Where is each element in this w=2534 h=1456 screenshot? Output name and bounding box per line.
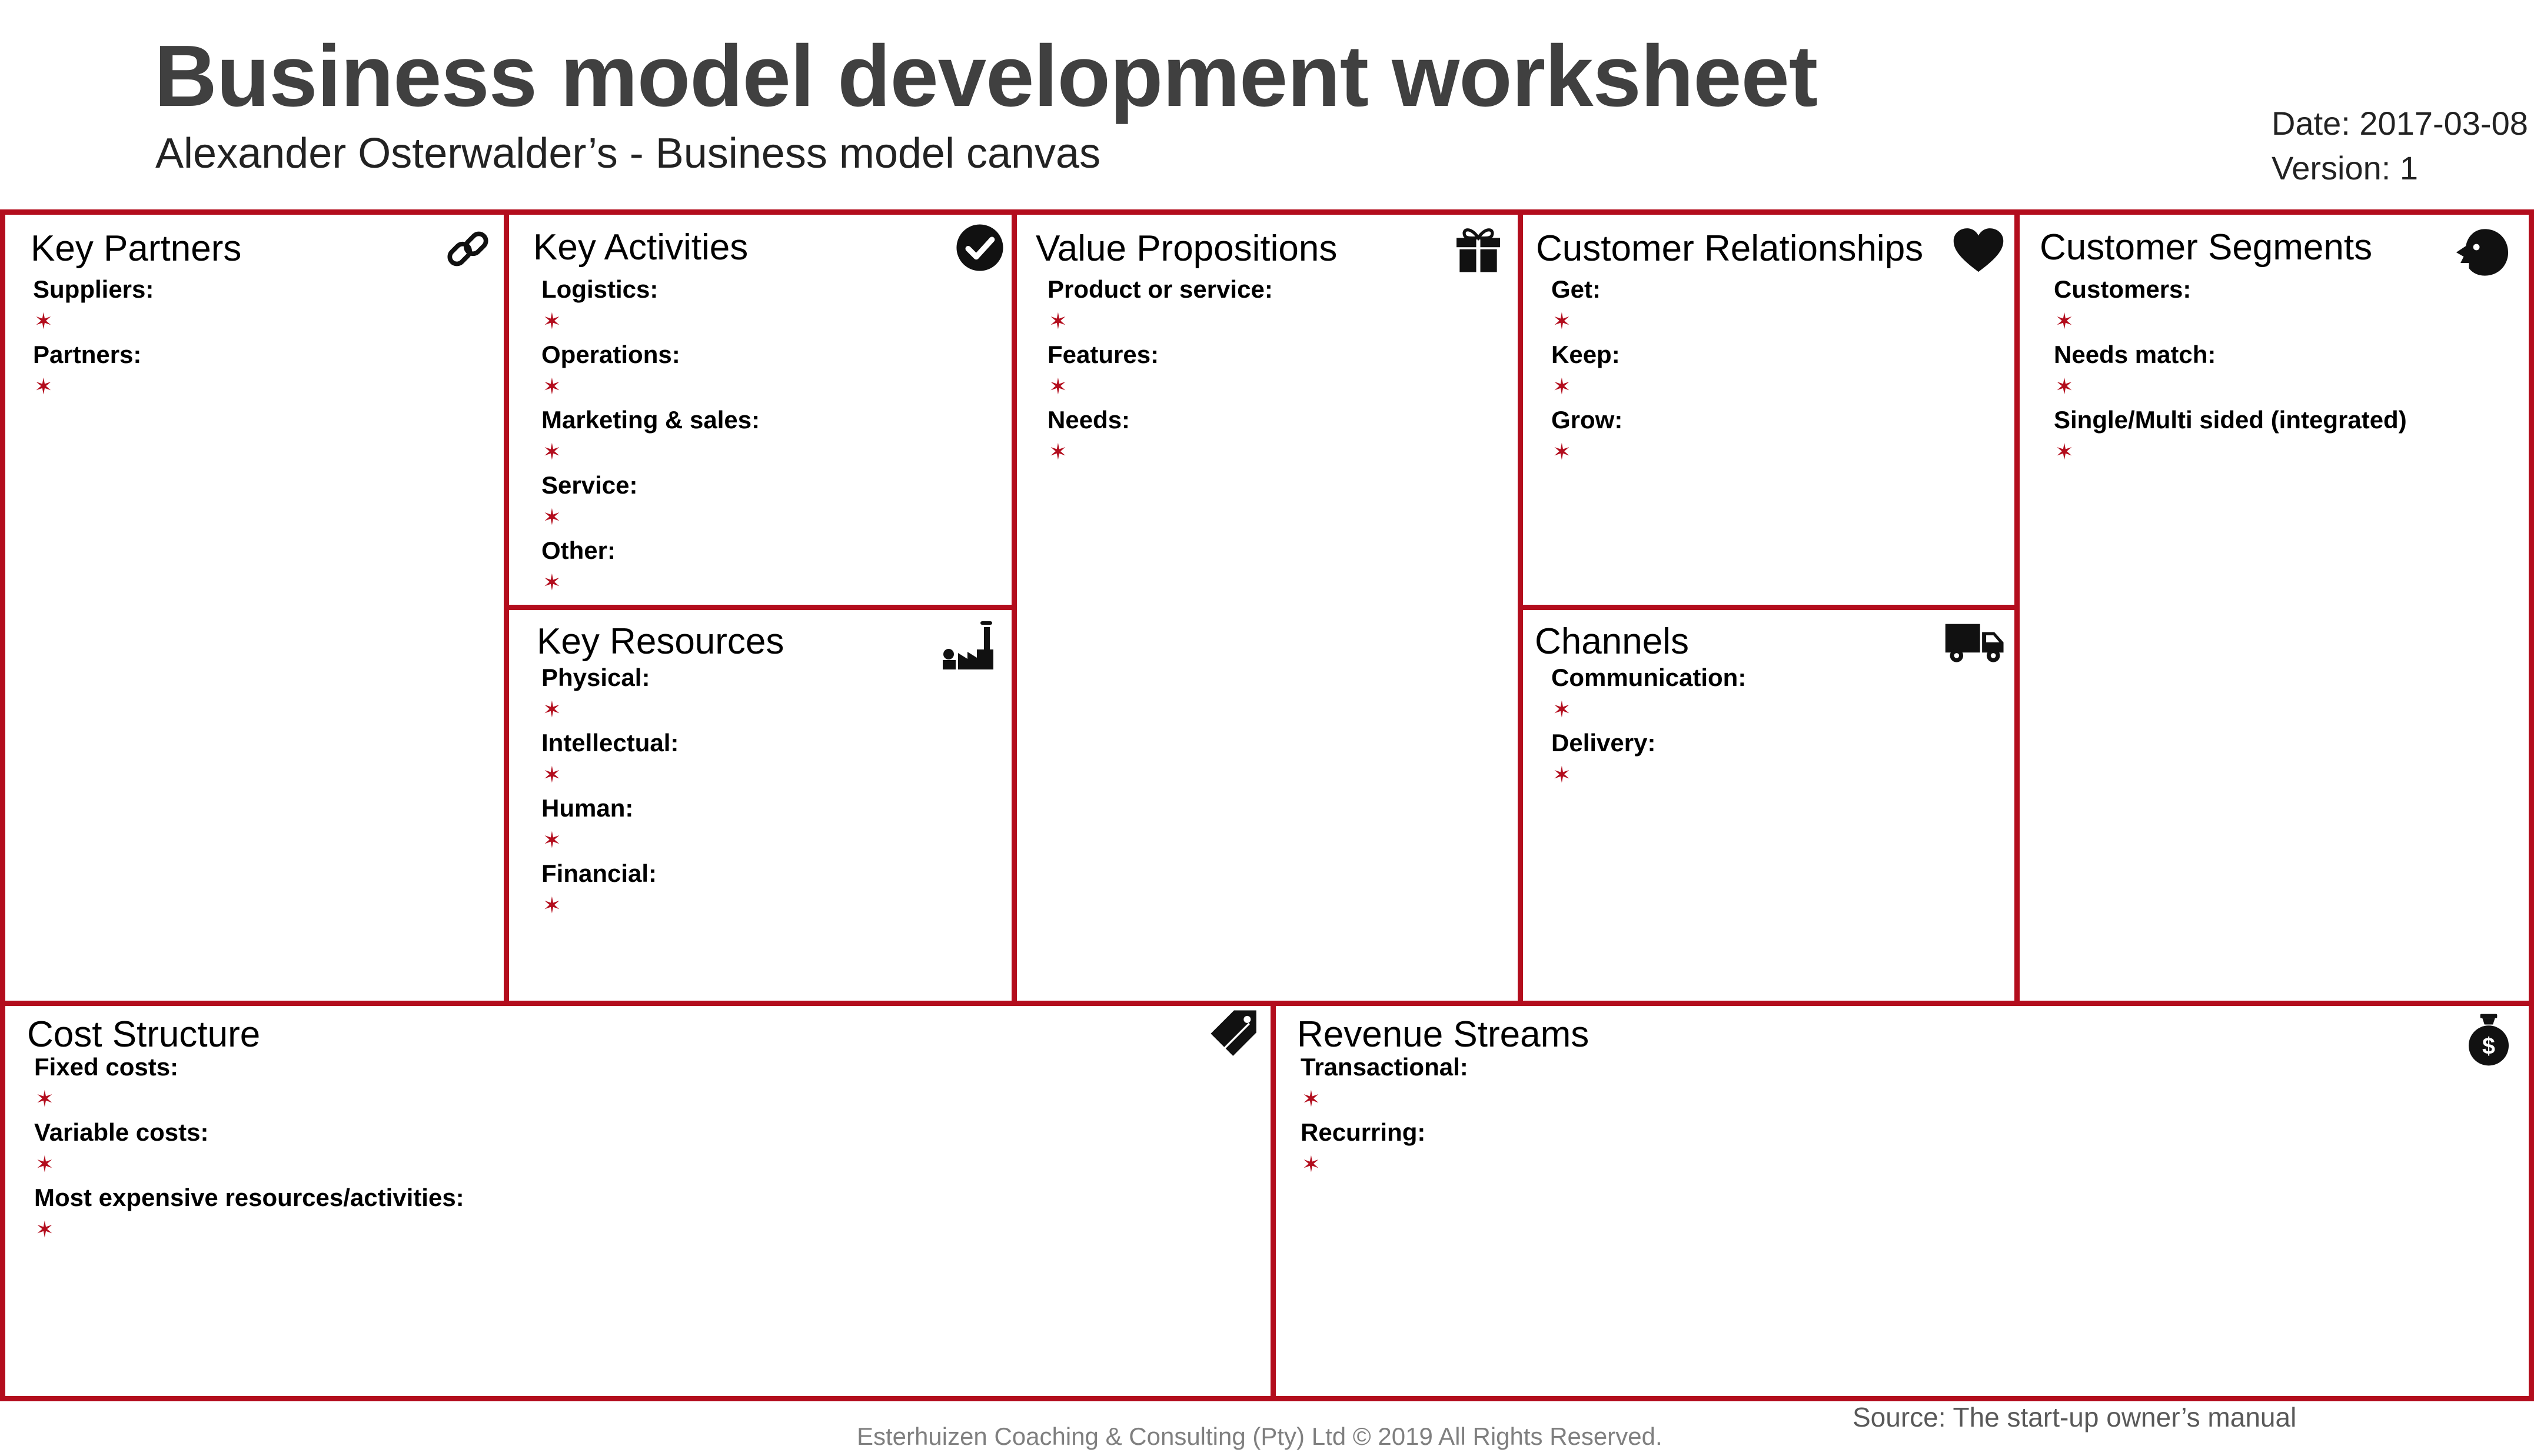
date-text: Date: 2017-03-08 <box>2272 105 2528 142</box>
field-label: Customers: <box>2054 275 2192 303</box>
bullet-entry[interactable]: ✶ <box>33 371 154 404</box>
bullet-entry[interactable]: ✶ <box>1551 759 1746 792</box>
value-propositions-title: Value Propositions <box>1036 228 1338 269</box>
key-partners-items: Suppliers: ✶ Partners: ✶ <box>33 273 154 404</box>
bullet-entry[interactable]: ✶ <box>34 1083 464 1116</box>
revenue-streams-items: Transactional: ✶ Recurring: ✶ <box>1301 1051 1468 1181</box>
key-activities-items: Logistics: ✶ Operations: ✶ Marketing & sales… <box>541 273 760 599</box>
field-label: Needs: <box>1047 406 1130 434</box>
bullet-entry[interactable]: ✶ <box>1301 1148 1468 1181</box>
delivery-truck-icon <box>1944 617 2006 667</box>
field-label: Marketing & sales: <box>541 406 760 434</box>
channels-title: Channels <box>1535 621 1689 662</box>
field-label: Most expensive resources/activities: <box>34 1184 464 1211</box>
page-subtitle: Alexander Osterwalder’s - Business model… <box>155 130 1101 177</box>
key-partners-title: Key Partners <box>31 228 242 269</box>
field-label: Fixed costs: <box>34 1053 179 1081</box>
field-label: Keep: <box>1551 341 1620 368</box>
checkmark-circle-icon <box>955 222 1005 273</box>
copyright-footer: Esterhuizen Coaching & Consulting (Pty) … <box>857 1422 1662 1450</box>
bullet-entry[interactable]: ✶ <box>541 824 679 857</box>
bullet-entry[interactable]: ✶ <box>34 1214 464 1247</box>
field-label: Transactional: <box>1301 1053 1468 1081</box>
bullet-entry[interactable]: ✶ <box>1047 371 1273 404</box>
field-label: Physical: <box>541 664 650 691</box>
bullet-entry[interactable]: ✶ <box>1301 1083 1468 1116</box>
price-tag-icon <box>1209 1008 1259 1059</box>
field-label: Needs match: <box>2054 341 2216 368</box>
key-resources-items: Physical: ✶ Intellectual: ✶ Human: ✶ Financial… <box>541 661 679 922</box>
field-label: Logistics: <box>541 275 659 303</box>
cost-structure-title: Cost Structure <box>27 1014 261 1055</box>
key-resources-title: Key Resources <box>537 621 784 662</box>
gift-icon <box>1452 222 1504 274</box>
version-text: Version: 1 <box>2272 149 2419 186</box>
field-label: Delivery: <box>1551 729 1656 757</box>
field-label: Partners: <box>33 341 142 368</box>
bullet-entry[interactable]: ✶ <box>541 889 679 922</box>
source-note: Source: The start-up owner’s manual <box>1853 1402 2297 1432</box>
customer-relationships-title: Customer Relationships <box>1536 228 1924 269</box>
bullet-entry[interactable]: ✶ <box>541 305 760 338</box>
heart-icon <box>1953 227 2004 274</box>
svg-text:$: $ <box>2482 1034 2495 1059</box>
field-label: Product or service: <box>1047 275 1273 303</box>
field-label: Single/Multi sided (integrated) <box>2054 406 2407 434</box>
bullet-entry[interactable]: ✶ <box>541 694 679 727</box>
money-bag-icon: $ <box>2462 1012 2515 1067</box>
bullet-entry[interactable]: ✶ <box>1551 436 1622 469</box>
customer-head-icon <box>2453 226 2512 279</box>
field-label: Recurring: <box>1301 1118 1426 1146</box>
bullet-entry[interactable]: ✶ <box>2054 371 2407 404</box>
bullet-entry[interactable]: ✶ <box>2054 436 2407 469</box>
revenue-streams-title: Revenue Streams <box>1297 1014 1589 1055</box>
customer-segments-items: Customers: ✶ Needs match: ✶ Single/Multi sid… <box>2054 273 2407 469</box>
bullet-entry[interactable]: ✶ <box>541 371 760 404</box>
field-label: Human: <box>541 794 634 822</box>
bullet-entry[interactable]: ✶ <box>541 759 679 792</box>
cost-structure-items: Fixed costs: ✶ Variable costs: ✶ Most expens… <box>34 1051 464 1247</box>
field-label: Variable costs: <box>34 1118 209 1146</box>
field-label: Financial: <box>541 859 657 887</box>
bullet-entry[interactable]: ✶ <box>1551 371 1622 404</box>
bullet-entry[interactable]: ✶ <box>1047 305 1273 338</box>
bullet-entry[interactable]: ✶ <box>2054 305 2407 338</box>
bullet-entry[interactable]: ✶ <box>541 567 760 599</box>
bullet-entry[interactable]: ✶ <box>541 436 760 469</box>
field-label: Grow: <box>1551 406 1623 434</box>
field-label: Intellectual: <box>541 729 679 757</box>
channels-items: Communication: ✶ Delivery: ✶ <box>1551 661 1746 792</box>
field-label: Get: <box>1551 275 1601 303</box>
value-propositions-items: Product or service: ✶ Features: ✶ Needs: ✶ <box>1047 273 1273 469</box>
key-activities-title: Key Activities <box>533 227 749 268</box>
link-icon <box>443 224 493 274</box>
field-label: Features: <box>1047 341 1159 368</box>
document-meta: Date: 2017-03-08 Version: 1 <box>2272 101 2528 191</box>
bullet-entry[interactable]: ✶ <box>1551 305 1622 338</box>
bullet-entry[interactable]: ✶ <box>33 305 154 338</box>
field-label: Other: <box>541 537 616 564</box>
factory-icon <box>942 619 1000 678</box>
bullet-entry[interactable]: ✶ <box>1551 694 1746 727</box>
bullet-entry[interactable]: ✶ <box>541 501 760 534</box>
bullet-entry[interactable]: ✶ <box>34 1148 464 1181</box>
page-title: Business model development worksheet <box>154 28 1818 125</box>
field-label: Service: <box>541 471 638 499</box>
field-label: Operations: <box>541 341 680 368</box>
customer-relationships-items: Get: ✶ Keep: ✶ Grow: ✶ <box>1551 273 1622 469</box>
field-label: Communication: <box>1551 664 1747 691</box>
bullet-entry[interactable]: ✶ <box>1047 436 1273 469</box>
field-label: Suppliers: <box>33 275 154 303</box>
customer-segments-title: Customer Segments <box>2040 227 2373 268</box>
